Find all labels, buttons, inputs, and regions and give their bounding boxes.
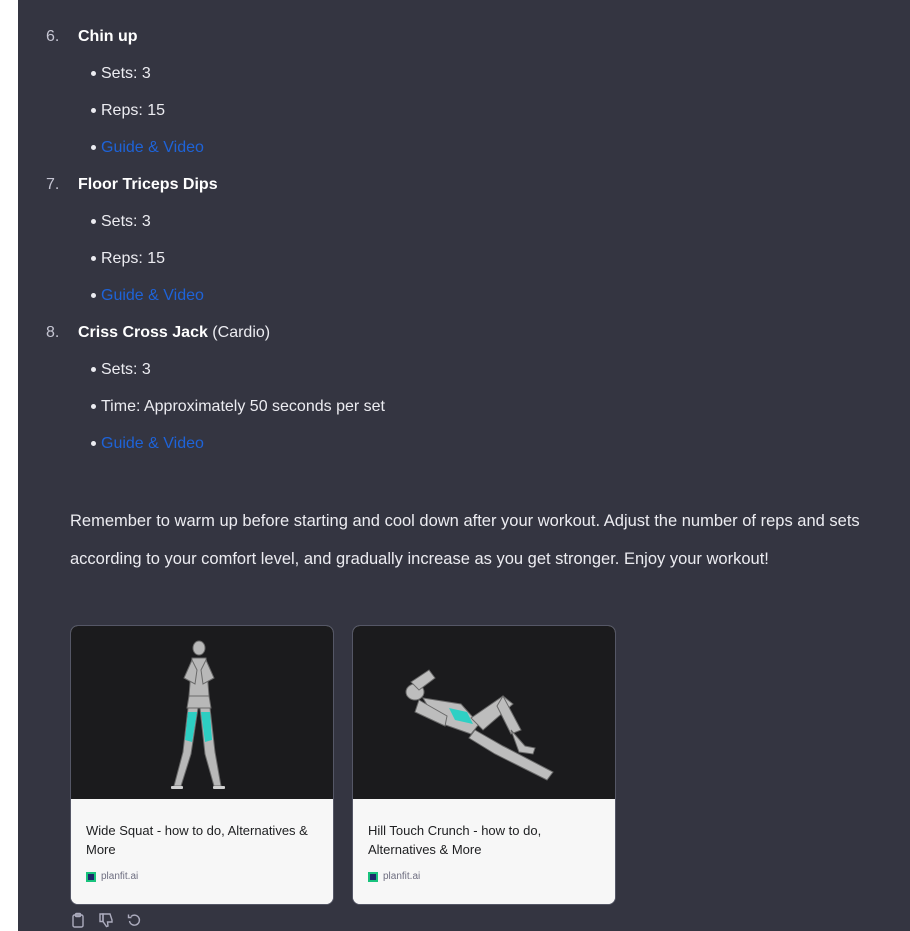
list-item: 8. Criss Cross Jack (Cardio) <box>18 314 910 351</box>
card-thumbnail <box>71 626 333 799</box>
card-title: Hill Touch Crunch - how to do, Alternati… <box>368 823 542 857</box>
exercise-title: Chin up <box>78 28 138 45</box>
link-preview-card[interactable]: Wide Squat - how to do, Alternatives & M… <box>70 625 334 905</box>
crunch-figure-illustration <box>405 669 554 781</box>
bullet-item: Sets: 3 <box>18 55 910 92</box>
bullet-item: Guide & Video <box>18 277 910 314</box>
bullet-dot <box>91 441 96 446</box>
guide-video-link[interactable]: Guide & Video <box>101 287 204 305</box>
regenerate-icon[interactable] <box>126 912 142 928</box>
standing-figure-illustration <box>171 640 225 789</box>
bullet-text: Sets: 3 <box>101 213 151 230</box>
bullet-dot <box>91 256 96 261</box>
bullet-text: Reps: 15 <box>101 250 166 267</box>
bullet-text: Sets: 3 <box>101 65 151 82</box>
bullet-text: Time: Approximately 50 seconds per set <box>101 398 385 415</box>
list-item: 7. Floor Triceps Dips <box>18 166 910 203</box>
card-body: Wide Squat - how to do, Alternatives & M… <box>71 799 333 904</box>
card-source-label: planfit.ai <box>101 871 139 882</box>
card-thumbnail <box>353 626 615 799</box>
bullet-item: Guide & Video <box>18 425 910 462</box>
card-source: planfit.ai <box>368 871 420 882</box>
item-number: 6. <box>46 28 60 45</box>
card-body: Hill Touch Crunch - how to do, Alternati… <box>353 799 615 904</box>
item-number: 7. <box>46 176 60 193</box>
bullet-item: Time: Approximately 50 seconds per set <box>18 388 910 425</box>
link-preview-card[interactable]: Hill Touch Crunch - how to do, Alternati… <box>352 625 616 905</box>
card-title: Wide Squat - how to do, Alternatives & M… <box>86 823 308 857</box>
exercise-title: Floor Triceps Dips <box>78 176 218 193</box>
guide-video-link[interactable]: Guide & Video <box>101 435 204 453</box>
bullet-dot <box>91 367 96 372</box>
bullet-dot <box>91 293 96 298</box>
bullet-item: Sets: 3 <box>18 203 910 240</box>
bullet-dot <box>91 404 96 409</box>
item-number: 8. <box>46 324 60 341</box>
list-item: 6. Chin up <box>18 18 910 55</box>
bullet-item: Guide & Video <box>18 129 910 166</box>
message-actions <box>70 912 142 928</box>
thumbs-down-icon[interactable] <box>98 912 114 928</box>
exercise-title: Criss Cross Jack (Cardio) <box>78 324 271 341</box>
bullet-dot <box>91 108 96 113</box>
bullet-item: Reps: 15 <box>18 240 910 277</box>
chat-message-panel: 6. Chin up Sets: 3 Reps: 15 Guide & Vide… <box>18 0 910 931</box>
bullet-text: Reps: 15 <box>101 102 166 119</box>
bullet-dot <box>91 71 96 76</box>
planfit-favicon-icon <box>368 871 378 882</box>
card-source: planfit.ai <box>86 871 138 882</box>
bullet-item: Sets: 3 <box>18 351 910 388</box>
bullet-dot <box>91 145 96 150</box>
bullet-dot <box>91 219 96 224</box>
card-source-label: planfit.ai <box>383 871 421 882</box>
planfit-favicon-icon <box>86 871 96 882</box>
clipboard-icon[interactable] <box>70 912 86 928</box>
exercise-list: 6. Chin up Sets: 3 Reps: 15 Guide & Vide… <box>18 18 910 462</box>
bullet-text: Sets: 3 <box>101 361 151 378</box>
guide-video-link[interactable]: Guide & Video <box>101 139 204 157</box>
bullet-item: Reps: 15 <box>18 92 910 129</box>
closing-paragraph: Remember to warm up before starting and … <box>70 512 860 568</box>
